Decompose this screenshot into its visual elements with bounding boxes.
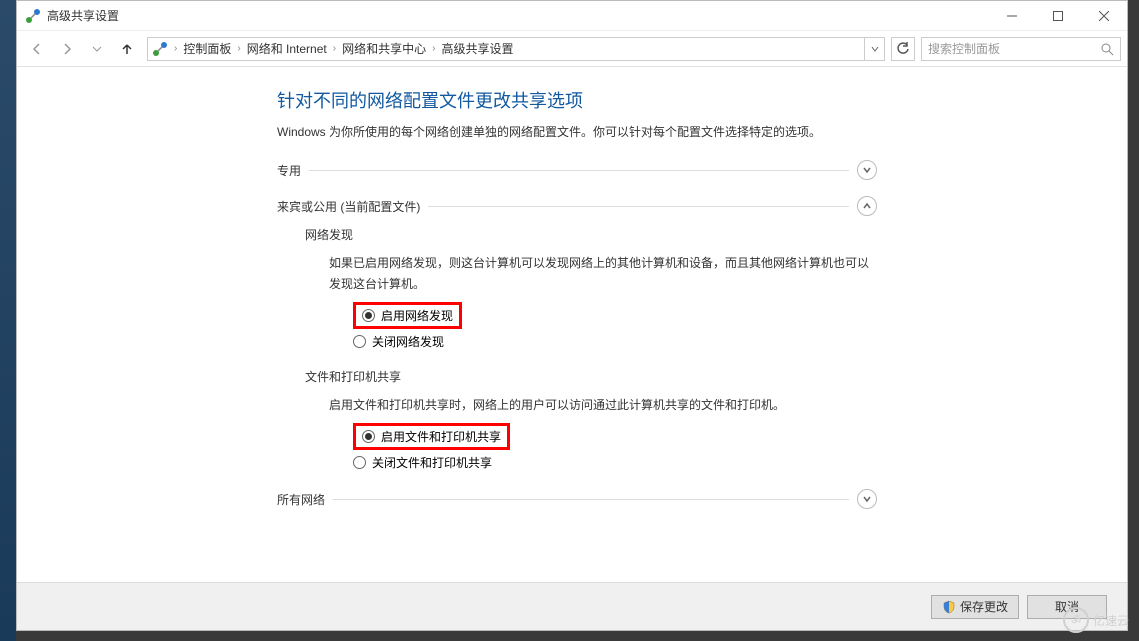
network-icon bbox=[152, 41, 168, 57]
section-private[interactable]: 专用 bbox=[277, 160, 877, 180]
chevron-right-icon: › bbox=[331, 43, 338, 54]
radio-enable-fileshare[interactable] bbox=[362, 430, 375, 443]
recent-dropdown[interactable] bbox=[83, 35, 111, 63]
content-area: 针对不同的网络配置文件更改共享选项 Windows 为你所使用的每个网络创建单独… bbox=[17, 67, 1127, 582]
radio-disable-discovery[interactable] bbox=[353, 335, 366, 348]
section-label: 所有网络 bbox=[277, 491, 325, 508]
navbar: › 控制面板 › 网络和 Internet › 网络和共享中心 › 高级共享设置 bbox=[17, 31, 1127, 67]
divider bbox=[428, 206, 849, 207]
section-label: 专用 bbox=[277, 162, 301, 179]
chevron-right-icon: › bbox=[235, 43, 242, 54]
forward-button[interactable] bbox=[53, 35, 81, 63]
chevron-down-icon[interactable] bbox=[857, 160, 877, 180]
radio-label: 启用文件和打印机共享 bbox=[381, 428, 501, 445]
shield-icon bbox=[942, 600, 956, 614]
subsection-title: 文件和打印机共享 bbox=[305, 368, 877, 385]
watermark: ॐ 亿速云 bbox=[1063, 607, 1129, 633]
radio-enable-discovery[interactable] bbox=[362, 309, 375, 322]
section-all-networks[interactable]: 所有网络 bbox=[277, 489, 877, 509]
window-title: 高级共享设置 bbox=[47, 7, 989, 24]
breadcrumb-item[interactable]: 网络和共享中心 bbox=[338, 38, 430, 60]
watermark-text: 亿速云 bbox=[1093, 612, 1129, 629]
radio-label: 关闭网络发现 bbox=[372, 333, 444, 350]
radio-disable-fileshare[interactable] bbox=[353, 456, 366, 469]
highlight-box: 启用网络发现 bbox=[353, 302, 462, 329]
divider bbox=[309, 170, 849, 171]
page-title: 针对不同的网络配置文件更改共享选项 bbox=[277, 87, 877, 113]
section-guest[interactable]: 来宾或公用 (当前配置文件) bbox=[277, 196, 877, 216]
desktop-background bbox=[0, 0, 16, 641]
search-icon bbox=[1100, 42, 1114, 56]
maximize-button[interactable] bbox=[1035, 1, 1081, 31]
refresh-button[interactable] bbox=[891, 37, 915, 61]
settings-window: 高级共享设置 › 控制面板 › 网络和 Internet › 网络和共享中心 ›… bbox=[16, 0, 1128, 631]
subsection-description: 启用文件和打印机共享时，网络上的用户可以访问通过此计算机共享的文件和打印机。 bbox=[329, 395, 877, 415]
page-description: Windows 为你所使用的每个网络创建单独的网络配置文件。你可以针对每个配置文… bbox=[277, 123, 877, 142]
button-label: 保存更改 bbox=[960, 598, 1008, 615]
breadcrumb-item[interactable]: 高级共享设置 bbox=[437, 38, 517, 60]
titlebar: 高级共享设置 bbox=[17, 1, 1127, 31]
watermark-icon: ॐ bbox=[1063, 607, 1089, 633]
divider bbox=[333, 499, 849, 500]
highlight-box: 启用文件和打印机共享 bbox=[353, 423, 510, 450]
back-button[interactable] bbox=[23, 35, 51, 63]
chevron-down-icon[interactable] bbox=[857, 489, 877, 509]
breadcrumb-dropdown[interactable] bbox=[864, 38, 884, 60]
chevron-right-icon: › bbox=[430, 43, 437, 54]
section-label: 来宾或公用 (当前配置文件) bbox=[277, 198, 420, 215]
file-sharing-section: 文件和打印机共享 启用文件和打印机共享时，网络上的用户可以访问通过此计算机共享的… bbox=[305, 368, 877, 471]
breadcrumb-item[interactable]: 网络和 Internet bbox=[243, 38, 331, 60]
network-icon bbox=[25, 8, 41, 24]
up-button[interactable] bbox=[113, 35, 141, 63]
search-box[interactable] bbox=[921, 37, 1121, 61]
breadcrumb[interactable]: › 控制面板 › 网络和 Internet › 网络和共享中心 › 高级共享设置 bbox=[147, 37, 885, 61]
breadcrumb-item[interactable]: 控制面板 bbox=[179, 38, 235, 60]
subsection-title: 网络发现 bbox=[305, 226, 877, 243]
minimize-button[interactable] bbox=[989, 1, 1035, 31]
footer: 保存更改 取消 bbox=[17, 582, 1127, 630]
chevron-right-icon: › bbox=[172, 43, 179, 54]
radio-label: 关闭文件和打印机共享 bbox=[372, 454, 492, 471]
radio-label: 启用网络发现 bbox=[381, 307, 453, 324]
subsection-description: 如果已启用网络发现，则这台计算机可以发现网络上的其他计算机和设备，而且其他网络计… bbox=[329, 253, 877, 294]
search-input[interactable] bbox=[928, 42, 1100, 56]
close-button[interactable] bbox=[1081, 1, 1127, 31]
network-discovery-section: 网络发现 如果已启用网络发现，则这台计算机可以发现网络上的其他计算机和设备，而且… bbox=[305, 226, 877, 350]
chevron-up-icon[interactable] bbox=[857, 196, 877, 216]
save-button[interactable]: 保存更改 bbox=[931, 595, 1019, 619]
